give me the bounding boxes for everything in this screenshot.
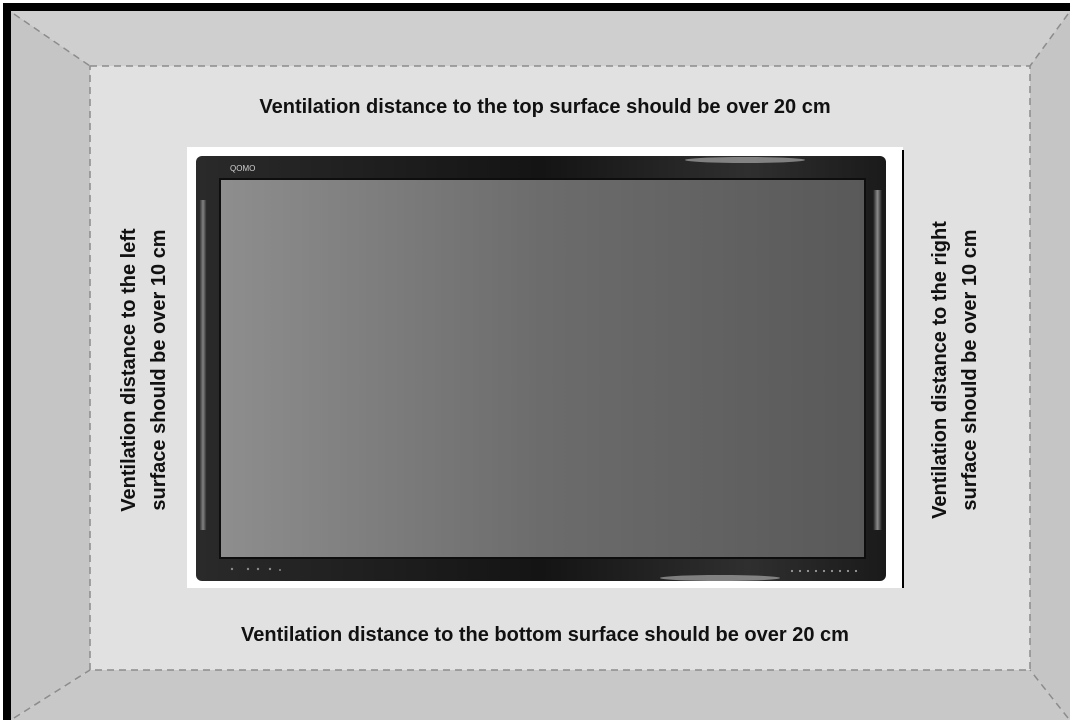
bezel-left-shine (199, 200, 207, 530)
left-clearance-label: Ventilation distance to the left surface… (114, 160, 174, 580)
bezel-bottom-glint (660, 575, 780, 581)
brand-logo: QOMO (230, 164, 255, 173)
bottom-clearance-label: Ventilation distance to the bottom surfa… (241, 624, 849, 646)
right-clearance-label-line1: Ventilation distance to the right (929, 221, 951, 519)
top-clearance-label: Ventilation distance to the top surface … (259, 96, 831, 118)
right-clearance-label: Ventilation distance to the right surfac… (925, 160, 985, 580)
bezel-right-shine (873, 190, 882, 530)
bottom-wall (11, 670, 1070, 720)
display-screen (219, 178, 866, 559)
left-clearance-label-line1: Ventilation distance to the left (118, 228, 140, 512)
left-clearance-label-line2: surface should be over 10 cm (148, 229, 170, 511)
right-clearance-label-line2: surface should be over 10 cm (959, 229, 981, 511)
bezel-top-glint (685, 157, 805, 163)
top-wall (11, 11, 1070, 66)
